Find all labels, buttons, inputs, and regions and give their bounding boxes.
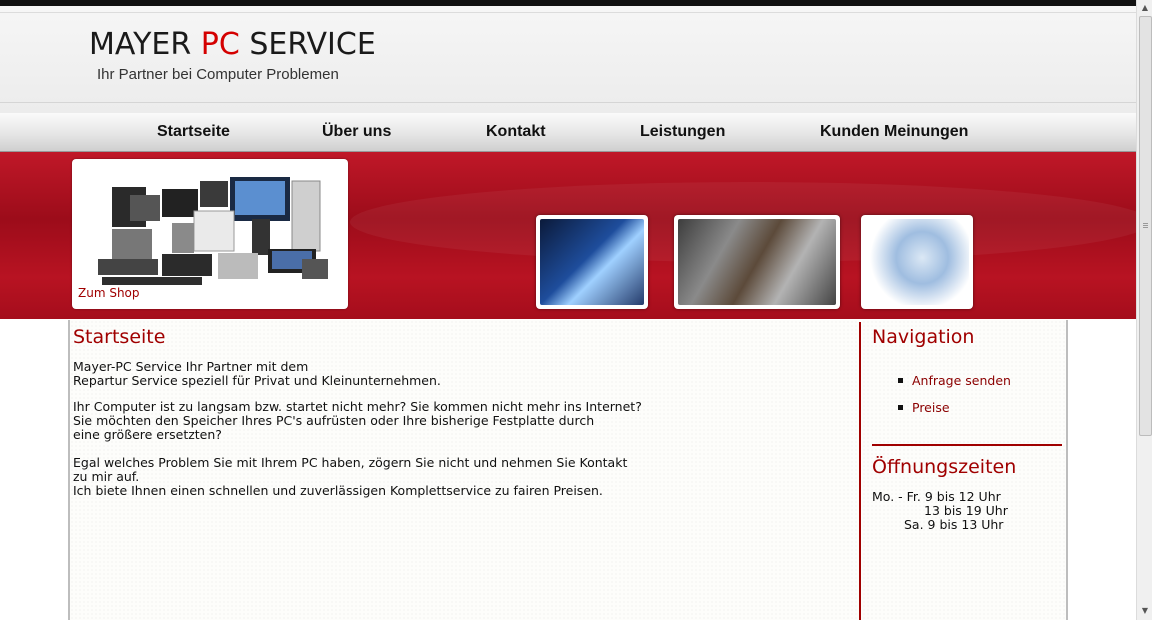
page-title: Startseite [73, 326, 166, 348]
intro-line-1: Mayer-PC Service Ihr Partner mit dem [73, 359, 309, 374]
scrollbar-thumb[interactable] [1139, 16, 1152, 436]
logo-text-pc: PC [200, 27, 240, 62]
contact-line-3: Ich biete Ihnen einen schnellen und zuve… [73, 483, 603, 498]
main-content: Startseite Mayer-PC Service Ihr Partner … [70, 320, 860, 620]
hours-line-3: Sa. 9 bis 13 Uhr [904, 517, 1004, 532]
site-header: MAYER PC SERVICE Ihr Partner bei Compute… [0, 6, 1136, 114]
thumb-network[interactable] [861, 215, 973, 309]
sidebar-item-label: Preise [912, 400, 950, 415]
bullet-icon [898, 405, 903, 410]
network-devices-image [865, 219, 969, 305]
shop-teaser[interactable]: Zum Shop [72, 159, 348, 309]
problem-line-2: Sie möchten den Speicher Ihres PC's aufr… [73, 413, 595, 428]
problem-line-3: eine größere ersetzten? [73, 427, 222, 442]
nav-kontakt[interactable]: Kontakt [486, 123, 546, 141]
scroll-up-icon[interactable]: ▲ [1137, 0, 1152, 15]
main-navigation: Startseite Über uns Kontakt Leistungen K… [0, 113, 1136, 152]
sidebar-separator [859, 322, 861, 620]
logo-text-service: SERVICE [239, 27, 376, 62]
site-logo[interactable]: MAYER PC SERVICE [89, 28, 376, 62]
thumb-hardware[interactable] [674, 215, 840, 309]
sidebar-navigation-title: Navigation [872, 326, 975, 348]
sidebar-item-anfrage-senden[interactable]: Anfrage senden [898, 373, 1011, 388]
sidebar-item-label: Anfrage senden [912, 373, 1011, 388]
problem-line-1: Ihr Computer ist zu langsam bzw. startet… [73, 399, 642, 414]
header-divider-top [0, 12, 1136, 13]
hours-line-1: Mo. - Fr. 9 bis 12 Uhr [872, 489, 1001, 504]
sidebar-divider [872, 444, 1062, 446]
header-divider [0, 102, 1136, 103]
logo-text-mayer: MAYER [89, 27, 201, 62]
sidebar: Navigation Anfrage senden Preise Öffnung… [862, 320, 1066, 620]
content-right-border [1066, 320, 1068, 620]
sidebar-nav-list: Anfrage senden Preise [898, 373, 1011, 427]
nav-ueber-uns[interactable]: Über uns [322, 123, 391, 141]
opening-hours-title: Öffnungszeiten [872, 456, 1017, 478]
contact-line-1: Egal welches Problem Sie mit Ihrem PC ha… [73, 455, 628, 470]
software-screen-image [540, 219, 644, 305]
intro-line-2: Repartur Service speziell für Privat und… [73, 373, 441, 388]
scroll-down-icon[interactable]: ▼ [1137, 603, 1152, 618]
hero-banner: Zum Shop [0, 152, 1136, 319]
site-tagline: Ihr Partner bei Computer Problemen [97, 66, 339, 83]
sidebar-item-preise[interactable]: Preise [898, 400, 1011, 415]
nav-leistungen[interactable]: Leistungen [640, 123, 725, 141]
shop-link[interactable]: Zum Shop [78, 286, 140, 300]
nav-kunden-meinungen[interactable]: Kunden Meinungen [820, 123, 968, 141]
vertical-scrollbar[interactable]: ▲ ▼ [1136, 0, 1152, 620]
bullet-icon [898, 378, 903, 383]
contact-line-2: zu mir auf. [73, 469, 140, 484]
pc-internals-image [678, 219, 836, 305]
hours-line-2: 13 bis 19 Uhr [924, 503, 1008, 518]
thumb-software[interactable] [536, 215, 648, 309]
grip-icon [1143, 223, 1148, 224]
nav-startseite[interactable]: Startseite [157, 123, 230, 141]
